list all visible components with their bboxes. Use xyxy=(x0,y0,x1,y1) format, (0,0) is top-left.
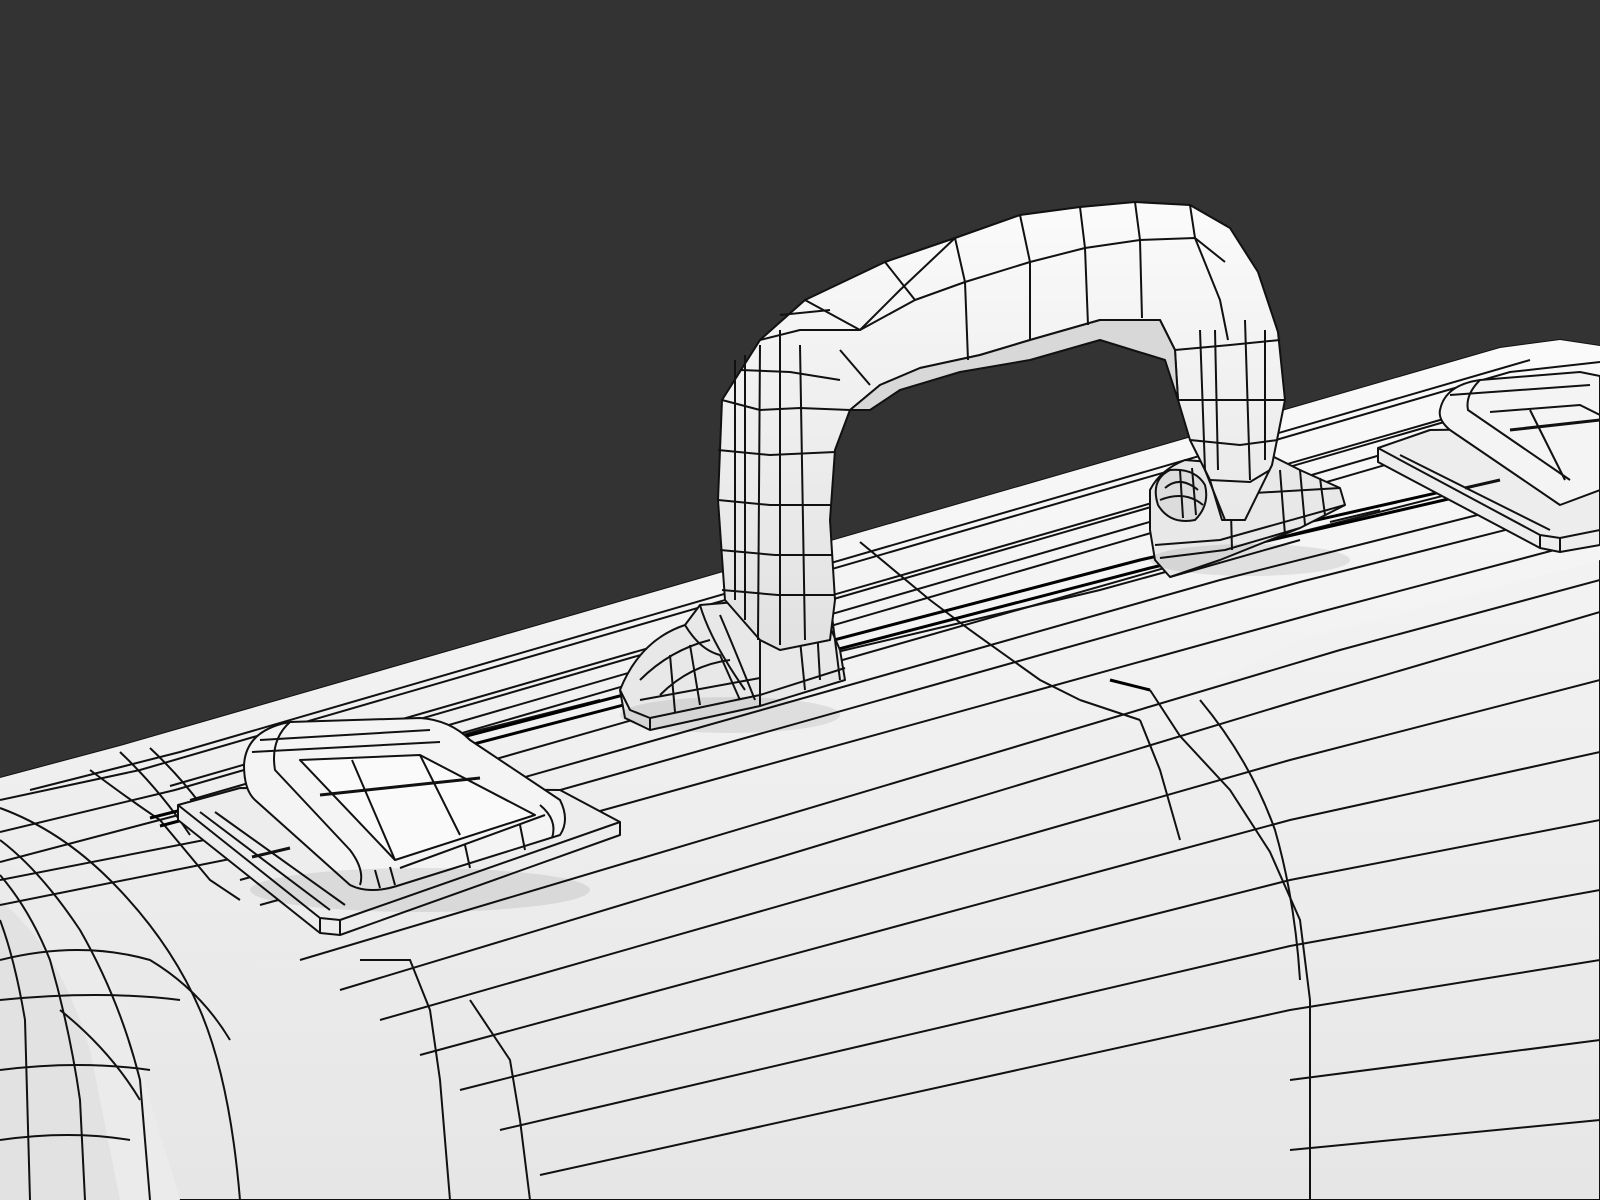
wireframe-render xyxy=(0,0,1600,1200)
render-viewport xyxy=(0,0,1600,1200)
